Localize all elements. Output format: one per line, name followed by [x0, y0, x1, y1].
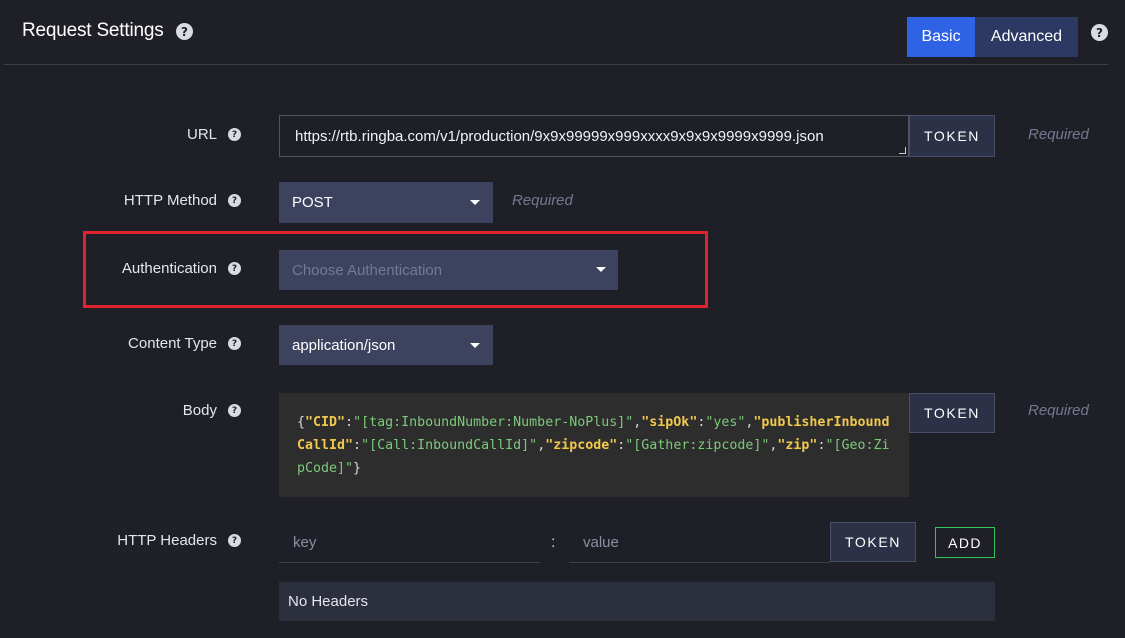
help-icon[interactable]: ?	[1091, 24, 1108, 41]
caret-down-icon	[470, 343, 480, 348]
body-token-button[interactable]: TOKEN	[909, 393, 995, 433]
help-icon[interactable]: ?	[228, 404, 241, 417]
authentication-select[interactable]: Choose Authentication	[279, 250, 618, 290]
help-icon[interactable]: ?	[228, 337, 241, 350]
http-method-label: HTTP Method	[123, 192, 217, 209]
add-header-button[interactable]: ADD	[935, 527, 995, 558]
http-headers-label: HTTP Headers	[117, 532, 217, 549]
http-method-required-label: Required	[512, 192, 573, 209]
url-value: https://rtb.ringba.com/v1/production/9x9…	[295, 127, 824, 145]
headers-list: No Headers	[279, 582, 995, 621]
help-icon[interactable]: ?	[228, 262, 241, 275]
help-icon[interactable]: ?	[228, 128, 241, 141]
authentication-placeholder: Choose Authentication	[292, 261, 443, 279]
url-label-group: URL ?	[187, 126, 241, 143]
json-key: "zip"	[777, 438, 818, 453]
resize-grip-icon[interactable]	[899, 147, 906, 154]
json-value: "yes"	[705, 415, 746, 430]
content-type-label: Content Type	[128, 335, 217, 352]
http-headers-label-group: HTTP Headers ?	[117, 532, 241, 549]
json-colon: :	[353, 438, 362, 453]
header-divider	[4, 64, 1108, 65]
url-label: URL	[186, 126, 217, 143]
body-editor[interactable]: {"CID":"[tag:InboundNumber:Number-NoPlus…	[279, 393, 909, 497]
url-token-button[interactable]: TOKEN	[909, 115, 995, 157]
authentication-label-group: Authentication ?	[122, 260, 241, 277]
json-value: "[Gather:zipcode]"	[625, 438, 770, 453]
header-key-placeholder: key	[293, 533, 317, 551]
header-key-input[interactable]: key	[279, 522, 540, 563]
content-type-select[interactable]: application/json	[279, 325, 493, 365]
http-method-value: POST	[292, 194, 333, 211]
body-required-label: Required	[1028, 402, 1089, 419]
json-brace: {	[297, 415, 306, 430]
help-icon[interactable]: ?	[228, 534, 241, 547]
json-key: "zipcode"	[545, 438, 618, 453]
header-value-placeholder: value	[583, 533, 619, 551]
no-headers-text: No Headers	[288, 593, 369, 610]
content-type-label-group: Content Type ?	[128, 335, 241, 352]
http-method-select[interactable]: POST	[279, 182, 493, 223]
body-label: Body	[182, 402, 217, 419]
page-title: Request Settings	[22, 20, 164, 41]
help-icon[interactable]: ?	[176, 23, 193, 40]
advanced-mode-button[interactable]: Advanced	[975, 17, 1078, 57]
mode-toggle: Basic Advanced	[907, 17, 1078, 57]
headers-token-button[interactable]: TOKEN	[830, 522, 916, 562]
help-icon[interactable]: ?	[228, 194, 241, 207]
header-separator: :	[551, 534, 556, 551]
url-required-label: Required	[1028, 126, 1089, 143]
body-label-group: Body ?	[183, 402, 241, 419]
caret-down-icon	[470, 200, 480, 205]
content-type-value: application/json	[292, 336, 396, 354]
url-input[interactable]: https://rtb.ringba.com/v1/production/9x9…	[279, 115, 909, 157]
authentication-label: Authentication	[121, 260, 217, 277]
json-brace: }	[353, 461, 362, 476]
json-colon: :	[345, 415, 354, 430]
http-method-label-group: HTTP Method ?	[124, 192, 241, 209]
json-key: "CID"	[305, 415, 346, 430]
basic-mode-button[interactable]: Basic	[907, 17, 975, 57]
header-value-input[interactable]: value	[569, 522, 830, 563]
caret-down-icon	[596, 267, 606, 272]
json-value: "[Call:InboundCallId]"	[361, 438, 538, 453]
json-comma: ,	[537, 438, 546, 453]
json-value: "[tag:InboundNumber:Number-NoPlus]"	[353, 415, 634, 430]
json-key: "sipOk"	[641, 415, 698, 430]
